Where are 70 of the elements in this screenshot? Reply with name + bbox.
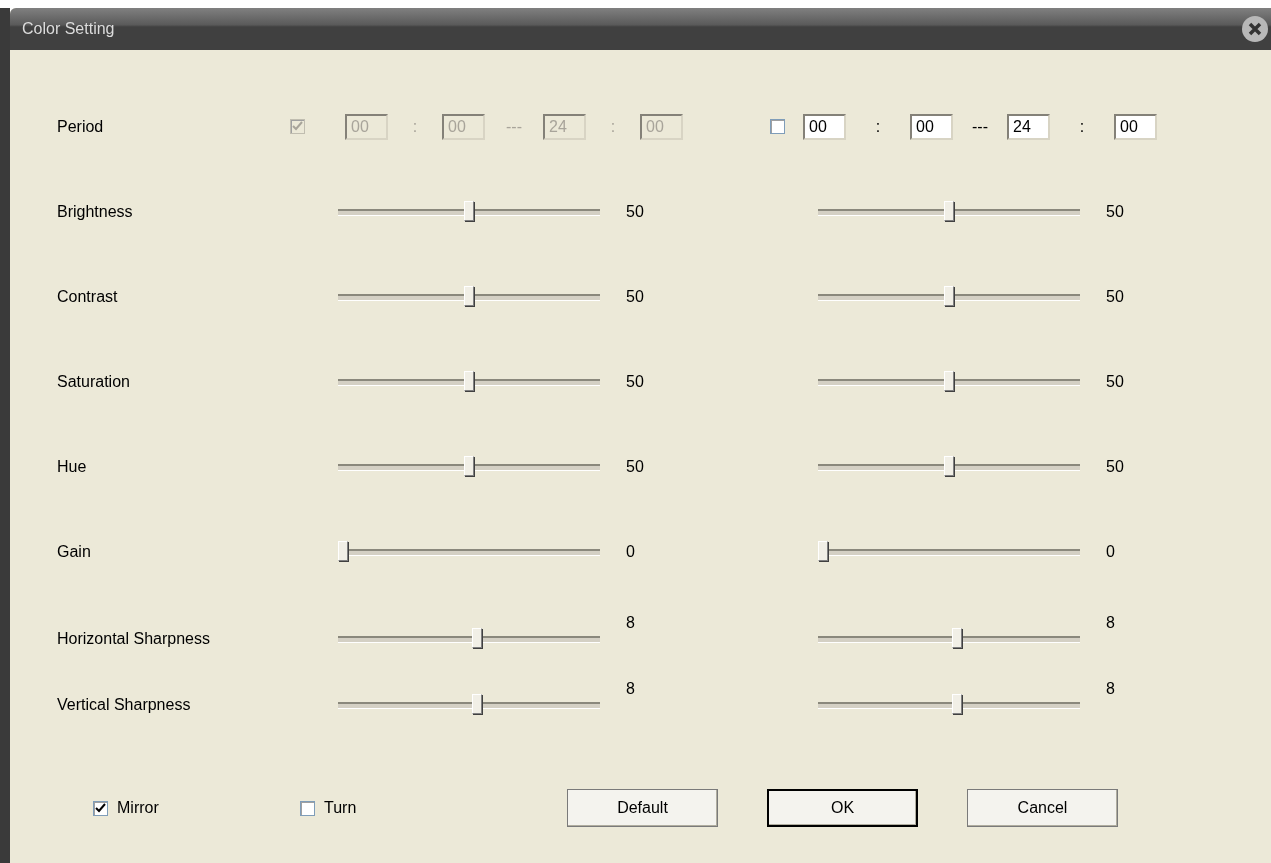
time-field[interactable]: 00 [910,113,953,140]
slider-value: 50 [1106,287,1124,306]
slider-thumb[interactable] [471,694,482,714]
row-label: Gain [57,542,92,561]
row-label: Hue [57,457,88,476]
window-title: Color Setting [22,20,115,38]
slider[interactable] [818,694,1080,716]
slider-thumb[interactable] [463,455,474,476]
slider[interactable] [818,370,1080,393]
slider-thumb[interactable] [818,540,828,561]
checkbox[interactable] [93,800,108,816]
slider[interactable] [818,200,1080,223]
dialog-button[interactable]: OK [767,789,918,827]
row-label: Contrast [57,287,119,306]
dialog-button[interactable]: Default [567,789,718,827]
slider-value: 50 [1106,372,1124,391]
time-field[interactable]: 00 [1114,113,1157,140]
time-field[interactable]: 00 [803,113,846,140]
slider[interactable] [338,370,600,393]
row-label: Horizontal Sharpness [57,630,211,648]
slider-value: 8 [626,680,635,698]
checkbox-label: Turn [324,799,357,817]
slider[interactable] [338,285,600,308]
slider-thumb[interactable] [463,370,474,391]
slider[interactable] [338,455,600,478]
slider-thumb[interactable] [943,370,954,391]
slider-thumb[interactable] [951,694,962,714]
slider[interactable] [338,694,600,716]
checkbox[interactable] [770,119,785,134]
slider-thumb[interactable] [943,455,954,476]
slider-value: 50 [626,457,644,476]
row-label: Saturation [57,372,131,391]
row-label: Brightness [57,202,134,221]
slider-thumb[interactable] [338,540,348,561]
slider[interactable] [338,540,600,563]
slider-value: 50 [1106,457,1124,476]
slider-thumb[interactable] [951,628,962,648]
slider-value: 0 [1106,542,1115,561]
checkbox[interactable] [300,800,315,816]
time-separator: --- [505,117,523,136]
time-separator: : [411,117,419,136]
slider-thumb[interactable] [943,200,954,221]
slider-thumb[interactable] [463,285,474,306]
slider-thumb[interactable] [943,285,954,306]
slider[interactable] [338,200,600,223]
time-separator: --- [971,117,989,136]
row-label: Period [57,117,105,136]
dialog-button[interactable]: Cancel [967,789,1118,827]
slider[interactable] [338,628,600,650]
slider-thumb[interactable] [463,200,474,221]
slider-value: 8 [626,614,635,632]
row-label: Vertical Sharpness [57,696,192,714]
time-separator: : [1078,117,1086,136]
slider[interactable] [818,455,1080,478]
slider[interactable] [818,540,1080,563]
time-field[interactable]: 24 [1007,113,1050,140]
slider-value: 50 [626,287,644,306]
checkbox-label: Mirror [117,799,159,817]
slider-value: 50 [626,372,644,391]
time-separator: : [874,117,882,136]
close-icon[interactable] [1241,15,1269,43]
slider-value: 50 [626,202,644,221]
slider-value: 8 [1106,680,1115,698]
time-separator: : [609,117,617,136]
slider-value: 8 [1106,614,1115,632]
slider-value: 50 [1106,202,1124,221]
slider-thumb[interactable] [471,628,482,648]
slider[interactable] [818,285,1080,308]
slider[interactable] [818,628,1080,650]
slider-value: 0 [626,542,635,561]
